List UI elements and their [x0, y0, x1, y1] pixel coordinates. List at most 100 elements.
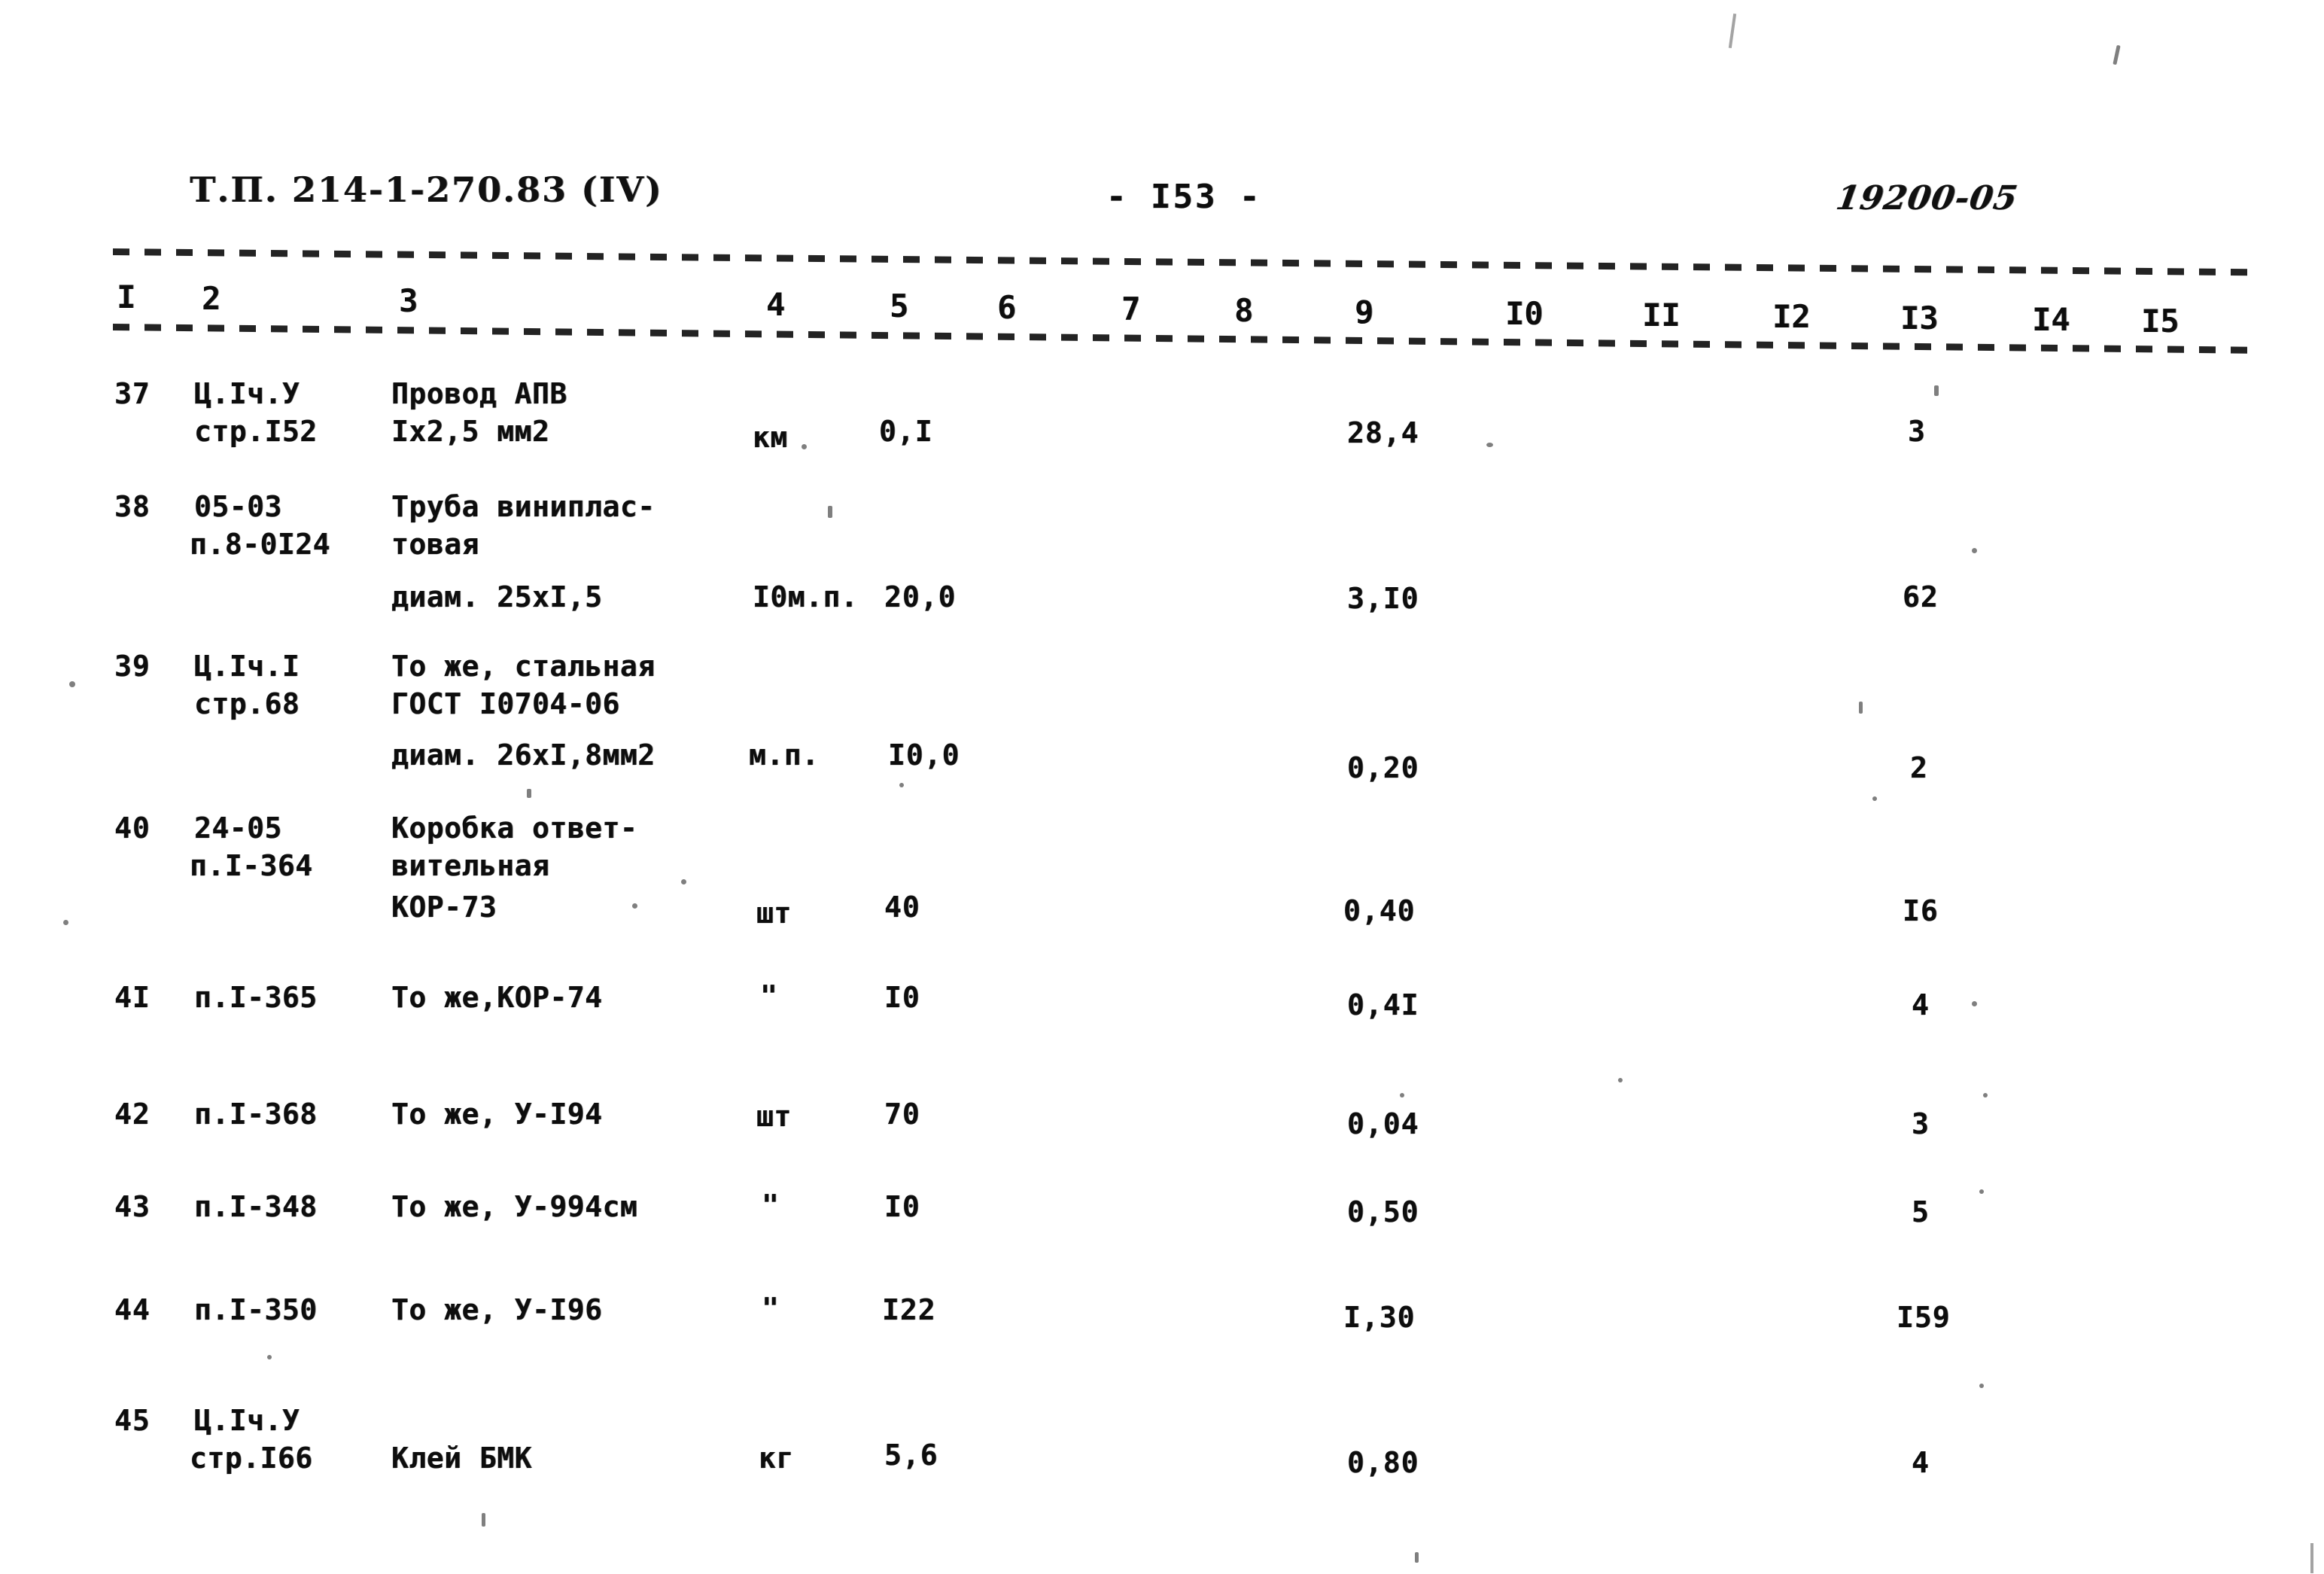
table-row: 39 [114, 650, 151, 683]
scan-speckle [632, 903, 637, 909]
column-header-2: 2 [202, 280, 221, 317]
table-row: " [762, 1189, 780, 1222]
table-row: Ц.Iч.I [194, 650, 300, 683]
scan-speckle [681, 879, 686, 884]
table-row: 3 [1908, 415, 1926, 448]
scanned-document-page: Т.П. 214-1-270.83 (IV) - I53 - 19200-05 … [0, 0, 2324, 1574]
column-header-9: 9 [1355, 294, 1374, 330]
column-header-11: II [1642, 297, 1681, 333]
table-row: диам. 25хI,5 [391, 580, 603, 613]
scan-speckle [828, 506, 832, 518]
table-row: м.п. [749, 738, 820, 772]
table-row: 45 [114, 1404, 151, 1437]
table-row: Клей БМК [391, 1442, 533, 1475]
table-row: 24-05 [194, 811, 282, 845]
table-row: КОР-73 [391, 891, 497, 924]
table-row: Труба виниплас- [391, 490, 656, 523]
column-header-8: 8 [1234, 292, 1254, 329]
table-row: ГОСТ I0704-06 [391, 687, 620, 720]
table-row: 62 [1903, 580, 1939, 613]
column-header-10: I0 [1505, 295, 1544, 332]
column-header-15: I5 [2141, 303, 2180, 339]
header-drawing-number: 19200-05 [1833, 179, 2021, 218]
column-header-14: I4 [2032, 301, 2070, 338]
scan-speckle [1400, 1093, 1404, 1098]
table-row: 0,I [879, 415, 933, 448]
table-row: Ц.Iч.У [194, 1404, 300, 1437]
column-header-12: I2 [1772, 298, 1811, 335]
table-row: 5 [1912, 1195, 1930, 1228]
table-row: 42 [114, 1098, 151, 1131]
scan-speckle [1486, 443, 1493, 447]
table-row: 40 [114, 811, 151, 845]
table-row: кг [759, 1442, 794, 1475]
scan-speckle [63, 920, 68, 925]
scan-edge-streak [2310, 1543, 2313, 1573]
table-row: Iх2,5 мм2 [391, 415, 550, 448]
table-row: Коробка ответ- [391, 811, 638, 845]
table-row: 40 [884, 891, 920, 924]
table-row: 70 [884, 1098, 920, 1131]
scan-speckle [2113, 44, 2121, 65]
table-row: I0м.п. [753, 580, 859, 613]
scan-speckle [527, 789, 531, 798]
table-row: Провод АПВ [391, 377, 567, 410]
column-header-6: 6 [997, 289, 1017, 326]
table-row: 4I [114, 981, 151, 1014]
table-row: вительная [391, 849, 550, 882]
table-row: п.8-0I24 [190, 528, 331, 561]
scan-speckle [1618, 1078, 1623, 1082]
scan-speckle [1972, 548, 1977, 553]
scan-edge-streak [1728, 13, 1737, 49]
table-row: 0,04 [1347, 1107, 1419, 1140]
column-header-13: I3 [1900, 300, 1939, 336]
table-row: 0,20 [1347, 751, 1419, 784]
scan-speckle [1415, 1552, 1419, 1563]
scan-speckle [1859, 702, 1863, 714]
table-row: 38 [114, 490, 151, 523]
header-project-code: Т.П. 214-1-270.83 (IV) [190, 169, 663, 210]
table-row: шт [756, 897, 792, 930]
column-header-1: I [117, 279, 136, 315]
table-row: То же, стальная [391, 650, 656, 683]
table-row: товая [391, 528, 479, 561]
scan-speckle [1983, 1093, 1988, 1098]
table-row: I59 [1897, 1301, 1951, 1334]
table-row: 20,0 [884, 580, 957, 613]
scan-speckle [1979, 1384, 1984, 1388]
header-page-number: - I53 - [1106, 178, 1262, 216]
table-top-rule [112, 248, 2250, 276]
table-row: I22 [882, 1293, 936, 1326]
table-row: п.I-350 [194, 1293, 318, 1326]
table-row: 0,80 [1347, 1446, 1419, 1479]
table-row: Ц.Iч.У [194, 377, 300, 410]
table-row: I,30 [1343, 1301, 1416, 1334]
table-row: То же, У-I96 [391, 1293, 603, 1326]
table-row: 4 [1912, 988, 1930, 1021]
scan-speckle [482, 1513, 485, 1527]
table-row: 4 [1912, 1446, 1930, 1479]
table-row: 0,50 [1347, 1195, 1419, 1228]
table-row: диам. 26хI,8мм2 [391, 738, 656, 772]
table-row: " [760, 979, 778, 1012]
table-row: 05-03 [194, 490, 282, 523]
table-row: I0,0 [888, 738, 960, 772]
table-row: То же, У-I94 [391, 1098, 603, 1131]
table-row: I0 [884, 981, 920, 1014]
table-row: п.I-348 [194, 1190, 318, 1223]
table-row: стр.I66 [190, 1442, 313, 1475]
table-row: I0 [884, 1190, 920, 1223]
scan-speckle [1979, 1189, 1984, 1194]
table-row: То же,КОР-74 [391, 981, 603, 1014]
table-row: " [762, 1292, 780, 1325]
table-row: п.I-365 [194, 981, 318, 1014]
table-row: 0,4I [1347, 988, 1419, 1021]
table-row: 43 [114, 1190, 151, 1223]
table-row: стр.I52 [194, 415, 318, 448]
table-row: стр.68 [194, 687, 300, 720]
table-row: 5,6 [884, 1439, 938, 1472]
table-row: п.I-368 [194, 1098, 318, 1131]
scan-speckle [1972, 1001, 1977, 1006]
scan-speckle [802, 444, 807, 449]
table-row: I6 [1903, 894, 1939, 927]
